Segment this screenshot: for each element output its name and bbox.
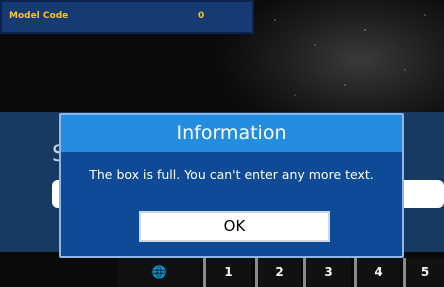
ok-button[interactable]: OK bbox=[139, 211, 330, 242]
key-5[interactable]: 5 bbox=[403, 258, 444, 287]
globe-icon[interactable]: 🌐 bbox=[118, 258, 200, 287]
model-code-value: 0 bbox=[198, 11, 205, 21]
dialog-title: Information bbox=[61, 115, 402, 152]
key-2[interactable]: 2 bbox=[255, 258, 301, 287]
dialog-message: The box is full. You can't enter any mor… bbox=[89, 167, 374, 182]
model-code-label: Model Code bbox=[9, 11, 69, 21]
model-info-panel: Model Code 0 bbox=[0, 0, 254, 34]
key-1[interactable]: 1 bbox=[203, 258, 251, 287]
key-4[interactable]: 4 bbox=[354, 258, 400, 287]
information-dialog: Information The box is full. You can't e… bbox=[59, 113, 404, 258]
space-background bbox=[255, 0, 444, 112]
key-3[interactable]: 3 bbox=[303, 258, 351, 287]
